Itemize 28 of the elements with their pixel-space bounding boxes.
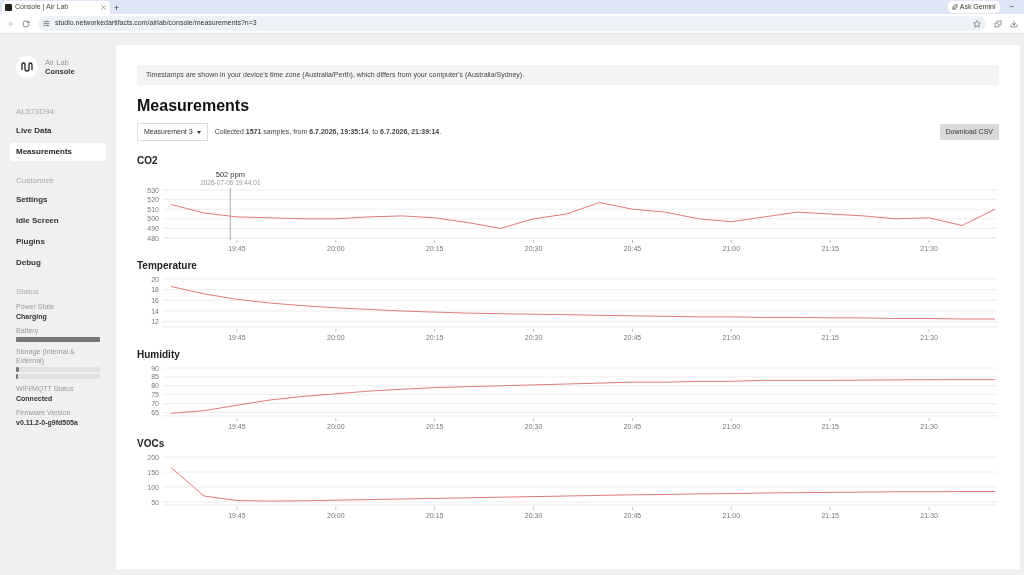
extensions-icon[interactable] <box>994 19 1002 28</box>
logo-icon <box>16 56 38 78</box>
sparkle-icon <box>951 3 958 10</box>
nav-item[interactable]: Settings <box>10 191 106 209</box>
chart-title: Humidity <box>137 349 181 361</box>
device-id: AL573D94 <box>15 106 55 118</box>
bookmark-icon[interactable] <box>973 19 981 28</box>
nav-item[interactable]: Measurements <box>10 143 106 161</box>
nav-item[interactable]: Plugins <box>10 233 106 251</box>
nav-item[interactable]: Idle Screen <box>10 212 106 230</box>
download-icon[interactable] <box>1010 19 1018 28</box>
page-title: Measurements <box>137 96 251 116</box>
hover-line <box>229 187 231 241</box>
chart-title: Temperature <box>137 260 198 272</box>
forward-icon[interactable] <box>6 19 14 28</box>
caret-icon <box>196 130 201 134</box>
section-heading: Customize <box>15 175 55 187</box>
close-icon[interactable] <box>100 4 107 11</box>
reload-icon[interactable] <box>22 19 30 28</box>
new-tab-button[interactable]: + <box>114 4 120 13</box>
nav-item[interactable]: Live Data <box>10 122 106 140</box>
section-heading: Status <box>15 286 40 298</box>
chart-title: VOCs <box>137 438 166 450</box>
nav-item[interactable]: Debug <box>10 254 106 272</box>
chart-title: CO2 <box>137 155 159 167</box>
site-icon <box>5 4 12 11</box>
minimize-button[interactable]: – <box>1009 0 1014 12</box>
site-settings-icon[interactable] <box>43 20 50 27</box>
